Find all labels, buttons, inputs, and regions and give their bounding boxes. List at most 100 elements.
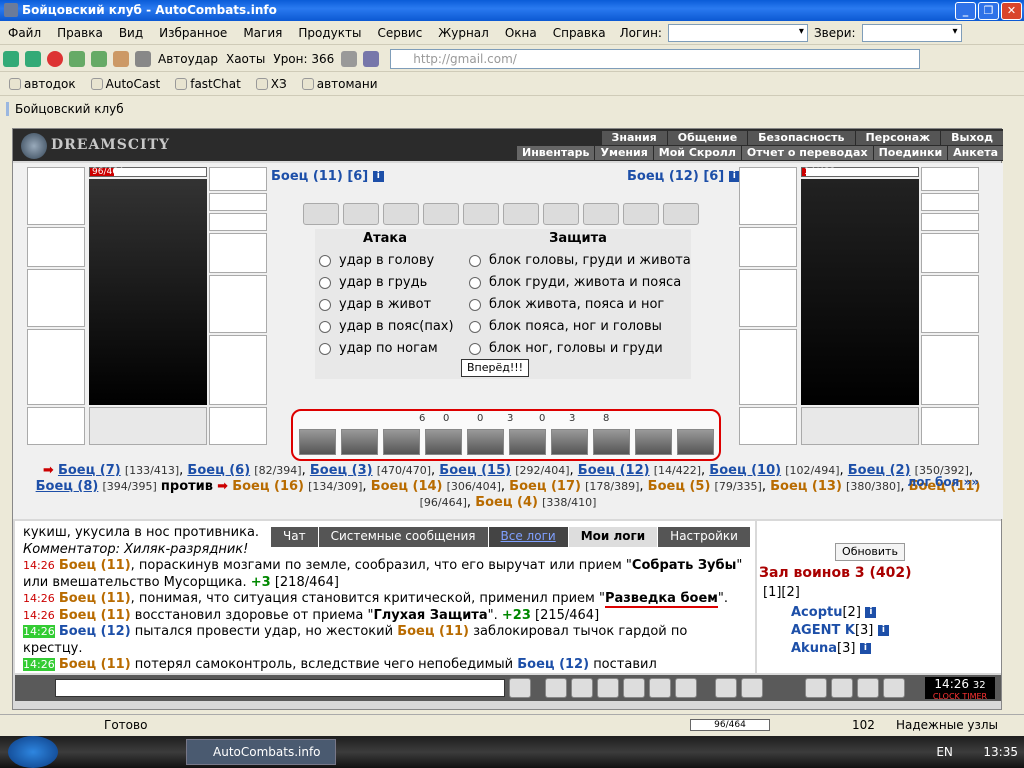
trick-button[interactable] [551,429,588,455]
menu-file[interactable]: Файл [0,26,49,40]
sound-icon[interactable] [341,50,358,67]
defense-option[interactable]: блок груди, живота и пояса [469,275,681,290]
avatar-right[interactable] [801,179,919,405]
pants-slot-right[interactable] [921,335,979,405]
nav-social[interactable]: Общение [667,131,748,145]
nav-fights[interactable]: Поединки [873,146,948,160]
save-icon[interactable] [597,678,619,698]
amulet-slot[interactable] [209,167,267,191]
attack-option[interactable]: удар в грудь [319,275,427,290]
autohit-button[interactable]: Автоудар [158,52,218,66]
user-item[interactable]: AGENT K[3] i [791,623,889,638]
nav-transfers[interactable]: Отчет о переводах [741,146,873,160]
info-icon[interactable]: i [877,625,889,636]
fighter-link[interactable]: Боец (16) [232,479,304,494]
scroll-slot[interactable] [543,203,579,225]
nav-knowledge[interactable]: Знания [601,131,667,145]
chaos-button[interactable]: Хаоты [226,52,265,66]
scroll-slot[interactable] [503,203,539,225]
beasts-combo[interactable] [861,23,962,42]
spell-slots-left[interactable] [89,407,207,445]
rings-slot[interactable] [209,213,267,231]
menu-service[interactable]: Сервис [369,26,430,40]
bookmark-item[interactable]: AutoCast [88,77,160,91]
defense-option[interactable]: блок головы, груди и живота [469,253,691,268]
language-indicator[interactable]: EN [936,745,953,759]
fighter-right-name[interactable]: Боец (12) [6] i [627,169,740,184]
fighter-link[interactable]: Боец (5) [648,479,711,494]
tools-icon[interactable] [135,50,151,67]
damage-button[interactable]: Урон: 366 [273,52,334,66]
go-button[interactable]: Вперёд!!! [461,359,529,377]
bag-icon[interactable] [805,678,827,698]
tab-system[interactable]: Системные сообщения [318,527,488,547]
address-bar[interactable]: http://gmail.com/ [390,48,921,69]
fighter-link[interactable]: Боец (4) [475,495,538,510]
back-icon[interactable] [3,50,19,67]
nav-profile[interactable]: Анкета [948,146,1003,160]
chat-input[interactable] [55,679,505,697]
bookmark-item[interactable]: автомани [299,77,378,91]
menu-magic[interactable]: Магия [235,26,290,40]
menu-edit[interactable]: Правка [49,26,111,40]
mask-icon[interactable] [831,678,853,698]
scroll-slot[interactable] [623,203,659,225]
menu-windows[interactable]: Окна [497,26,545,40]
minimize-button[interactable]: _ [955,2,976,20]
fighter-left-name[interactable]: Боец (11) [6] i [271,169,384,184]
trick-button[interactable] [677,429,714,455]
tab-my-logs[interactable]: Мои логи [568,527,658,547]
weapon-slot[interactable] [27,269,85,327]
fighter-link[interactable]: Боец (7) [58,463,121,478]
shield-slot-right[interactable] [921,275,979,333]
trick-button[interactable] [299,429,336,455]
trick-button[interactable] [509,429,546,455]
gloves-slot-right[interactable] [921,233,979,273]
bracers-slot-right[interactable] [739,227,797,267]
scroll-slot[interactable] [423,203,459,225]
trick-button[interactable] [425,429,462,455]
earring-slot[interactable] [209,193,267,211]
nav-character[interactable]: Персонаж [855,131,941,145]
helmet-slot[interactable] [27,167,85,225]
fighter-link[interactable]: Боец (10) [709,463,781,478]
earring-slot-right[interactable] [921,193,979,211]
fighter-link[interactable]: Боец (17) [509,479,581,494]
attack-option[interactable]: удар в пояс(пах) [319,319,454,334]
close-button[interactable]: ✕ [1001,2,1022,20]
user-item[interactable]: Acoptu[2] i [791,605,877,620]
trick-button[interactable] [383,429,420,455]
bookmark-item[interactable]: автодок [6,77,76,91]
user-item[interactable]: Akuna[3] i [791,641,871,656]
armor-slot-right[interactable] [739,329,797,405]
scroll-slot[interactable] [343,203,379,225]
slash-icon[interactable] [649,678,671,698]
fighter-link[interactable]: Боец (14) [371,479,443,494]
refresh-button[interactable]: Обновить [835,543,905,561]
gloves-slot[interactable] [209,233,267,273]
palette-icon[interactable] [741,678,763,698]
scroll-slot[interactable] [463,203,499,225]
trick-button[interactable] [635,429,672,455]
fighter-link[interactable]: Боец (6) [187,463,250,478]
tab-settings[interactable]: Настройки [658,527,750,547]
avatar-left[interactable] [89,179,207,405]
belt-slot-right[interactable] [739,407,797,445]
scroll-slot[interactable] [583,203,619,225]
tab-chat[interactable]: Чат [271,527,318,547]
home-icon[interactable] [113,50,129,67]
fighter-link[interactable]: Боец (15) [439,463,511,478]
fighter-link[interactable]: Боец (2) [848,463,911,478]
tab-all-logs[interactable]: Все логи [488,527,568,547]
scroll-slot[interactable] [383,203,419,225]
walk-icon[interactable] [623,678,645,698]
start-button[interactable] [8,736,58,768]
menu-help[interactable]: Справка [545,26,614,40]
shield-slot[interactable] [209,275,267,333]
armor-slot[interactable] [27,329,85,405]
boots-slot[interactable] [209,407,267,445]
eraser-icon[interactable] [545,678,567,698]
battle-log-link[interactable]: лог боя »» [908,475,980,489]
fighter-link[interactable]: Боец (13) [770,479,842,494]
defense-option[interactable]: блок ног, головы и груди [469,341,663,356]
